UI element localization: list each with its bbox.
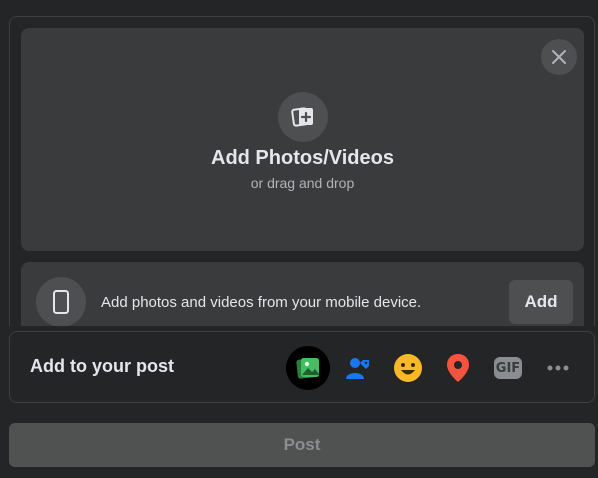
gif-icon: GIF <box>494 357 522 379</box>
more-icon <box>547 365 569 371</box>
mobile-add-button[interactable]: Add <box>509 280 573 324</box>
tag-people-button[interactable] <box>336 346 380 390</box>
add-to-post-label: Add to your post <box>30 356 174 376</box>
more-options-button[interactable] <box>536 346 580 390</box>
photo-video-icon <box>296 358 319 379</box>
mobile-upload-text: Add photos and videos from your mobile d… <box>101 294 422 311</box>
mobile-upload-row: Add photos and videos from your mobile d… <box>21 262 584 326</box>
close-icon <box>552 50 566 64</box>
upload-panel: Add Photos/Videos or drag and drop Add p… <box>9 16 595 326</box>
check-in-button[interactable] <box>436 346 480 390</box>
tag-people-icon <box>346 358 369 379</box>
dropzone-title: Add Photos/Videos <box>211 147 394 169</box>
add-to-post-bar: Add to your post GIF <box>9 331 595 403</box>
feeling-activity-button[interactable] <box>386 346 430 390</box>
check-in-icon <box>447 354 469 382</box>
add-photo-icon-circle <box>278 92 328 142</box>
photo-add-icon <box>291 107 313 127</box>
dropzone-subtitle: or drag and drop <box>250 175 355 191</box>
photo-dropzone[interactable]: Add Photos/Videos or drag and drop <box>21 28 584 251</box>
gif-button[interactable]: GIF <box>486 346 530 390</box>
feeling-icon <box>394 354 422 382</box>
close-button[interactable] <box>541 39 577 75</box>
phone-icon-circle <box>36 277 86 326</box>
photo-video-button[interactable] <box>286 346 330 390</box>
phone-icon <box>53 290 69 314</box>
post-button[interactable]: Post <box>9 423 595 467</box>
